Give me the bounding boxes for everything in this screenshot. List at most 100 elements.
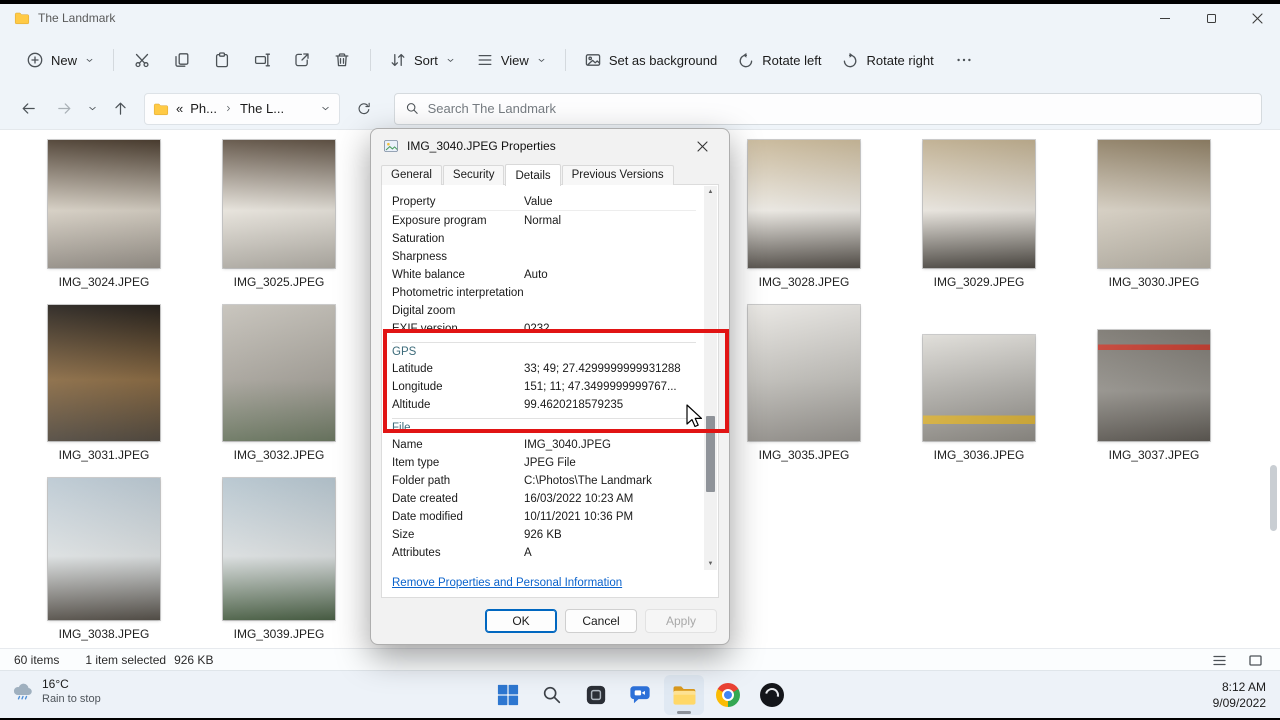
property-name: Date modified: [392, 511, 463, 523]
property-row[interactable]: Saturation: [392, 230, 696, 248]
rotate-left-label: Rotate left: [762, 52, 822, 68]
file-item[interactable]: IMG_3031.JPEG: [29, 305, 179, 462]
ok-button[interactable]: OK: [485, 609, 557, 633]
file-item[interactable]: IMG_3024.JPEG: [29, 140, 179, 289]
file-item[interactable]: IMG_3036.JPEG: [904, 305, 1054, 462]
ellipsis-icon: [957, 58, 971, 62]
breadcrumb-dropdown-icon[interactable]: [320, 103, 331, 114]
chrome-button[interactable]: [708, 675, 748, 715]
copy-button[interactable]: [162, 42, 202, 78]
back-button[interactable]: [10, 93, 46, 125]
recent-locations-button[interactable]: [82, 93, 102, 125]
search-box[interactable]: [394, 92, 1262, 125]
cancel-button[interactable]: Cancel: [565, 609, 637, 633]
obs-button[interactable]: [752, 675, 792, 715]
tab-details[interactable]: Details: [505, 164, 561, 186]
rotate-right-button[interactable]: Rotate right: [831, 42, 943, 78]
file-item[interactable]: IMG_3028.JPEG: [729, 140, 879, 289]
property-row[interactable]: Digital zoom: [392, 302, 696, 320]
dialog-buttons: OK Cancel Apply: [371, 598, 729, 644]
view-button[interactable]: View: [466, 42, 557, 78]
thumbnail-view-button[interactable]: [1244, 650, 1266, 670]
photo-thumbnail: [1098, 330, 1210, 441]
weather-widget[interactable]: 16°C Rain to stop: [12, 676, 101, 705]
dialog-scrollbar[interactable]: ▲ ▼: [704, 186, 717, 570]
breadcrumb-collapse[interactable]: «: [176, 101, 183, 116]
rotate-right-label: Rotate right: [866, 52, 934, 68]
paste-button[interactable]: [202, 42, 242, 78]
start-button[interactable]: [488, 675, 528, 715]
taskbar-app-dark-button[interactable]: [576, 675, 616, 715]
file-item[interactable]: IMG_3039.JPEG: [204, 478, 354, 641]
file-item[interactable]: IMG_3038.JPEG: [29, 478, 179, 641]
dialog-close-button[interactable]: [681, 132, 723, 160]
cut-button[interactable]: [122, 42, 162, 78]
see-more-button[interactable]: [944, 42, 984, 78]
file-item[interactable]: IMG_3032.JPEG: [204, 305, 354, 462]
set-as-background-button[interactable]: Set as background: [574, 42, 727, 78]
property-row[interactable]: Photometric interpretation: [392, 284, 696, 302]
file-item[interactable]: IMG_3029.JPEG: [904, 140, 1054, 289]
apply-button[interactable]: Apply: [645, 609, 717, 633]
search-icon: [406, 103, 418, 114]
scroll-down-icon[interactable]: ▼: [704, 558, 717, 570]
property-row[interactable]: Date modified 10/11/2021 10:36 PM: [392, 508, 696, 526]
property-row[interactable]: Latitude 33; 49; 27.4299999999931288: [392, 360, 696, 378]
property-row[interactable]: Sharpness: [392, 248, 696, 266]
sort-button[interactable]: Sort: [379, 42, 466, 78]
rotate-left-button[interactable]: Rotate left: [727, 42, 831, 78]
close-button[interactable]: [1234, 4, 1280, 32]
new-button[interactable]: New: [16, 42, 105, 78]
property-row[interactable]: Folder path C:\Photos\The Landmark: [392, 472, 696, 490]
tab-general[interactable]: General: [381, 165, 442, 185]
property-name: Saturation: [392, 233, 445, 245]
refresh-button[interactable]: [346, 93, 382, 125]
property-row[interactable]: Size 926 KB: [392, 526, 696, 544]
property-name: Date created: [392, 493, 458, 505]
minimize-button[interactable]: [1142, 4, 1188, 32]
file-item[interactable]: IMG_3035.JPEG: [729, 305, 879, 462]
property-row[interactable]: Longitude 151; 11; 47.3499999999767...: [392, 378, 696, 396]
property-value: JPEG File: [524, 457, 576, 469]
property-row[interactable]: White balance Auto: [392, 266, 696, 284]
rename-button[interactable]: [242, 42, 282, 78]
tab-previous-versions[interactable]: Previous Versions: [561, 165, 674, 185]
file-explorer-button[interactable]: [664, 675, 704, 715]
breadcrumb-item[interactable]: Ph...: [190, 101, 217, 116]
taskbar-search-button[interactable]: [532, 675, 572, 715]
file-item[interactable]: IMG_3030.JPEG: [1079, 140, 1229, 289]
search-input[interactable]: [427, 101, 1251, 116]
window-controls: [1142, 4, 1280, 32]
property-row[interactable]: Exposure program Normal: [392, 212, 696, 230]
close-icon: [1251, 12, 1263, 24]
thumbnail-frame: [223, 305, 335, 441]
taskbar-clock[interactable]: 8:12 AM 9/09/2022: [1213, 679, 1266, 711]
up-button[interactable]: [102, 93, 138, 125]
property-row[interactable]: Name IMG_3040.JPEG: [392, 436, 696, 454]
breadcrumb-item[interactable]: The L...: [240, 101, 284, 116]
delete-button[interactable]: [322, 42, 362, 78]
share-button[interactable]: [282, 42, 322, 78]
breadcrumb[interactable]: « Ph... The L...: [144, 92, 340, 125]
properties-list: Exposure program Normal Saturation Sharpnes…: [392, 212, 696, 562]
selection-info: 1 item selected: [85, 652, 167, 667]
property-row[interactable]: Altitude 99.4620218579235: [392, 396, 696, 414]
file-item[interactable]: IMG_3037.JPEG: [1079, 305, 1229, 462]
scrollbar-thumb[interactable]: [706, 416, 715, 493]
forward-button[interactable]: [46, 93, 82, 125]
file-item[interactable]: IMG_3025.JPEG: [204, 140, 354, 289]
maximize-button[interactable]: [1188, 4, 1234, 32]
property-row[interactable]: Attributes A: [392, 544, 696, 562]
chat-button[interactable]: [620, 675, 660, 715]
content-scrollbar[interactable]: [1270, 465, 1277, 531]
property-row[interactable]: Item type JPEG File: [392, 454, 696, 472]
file-name: IMG_3039.JPEG: [233, 627, 325, 641]
property-row[interactable]: EXIF version 0232: [392, 320, 696, 338]
file-name: IMG_3024.JPEG: [58, 275, 150, 289]
remove-properties-link[interactable]: Remove Properties and Personal Informati…: [392, 577, 622, 589]
details-view-button[interactable]: [1208, 650, 1230, 670]
tab-security[interactable]: Security: [442, 165, 505, 185]
plus-icon: [27, 52, 43, 68]
scroll-up-icon[interactable]: ▲: [704, 186, 717, 198]
property-row[interactable]: Date created 16/03/2022 10:23 AM: [392, 490, 696, 508]
